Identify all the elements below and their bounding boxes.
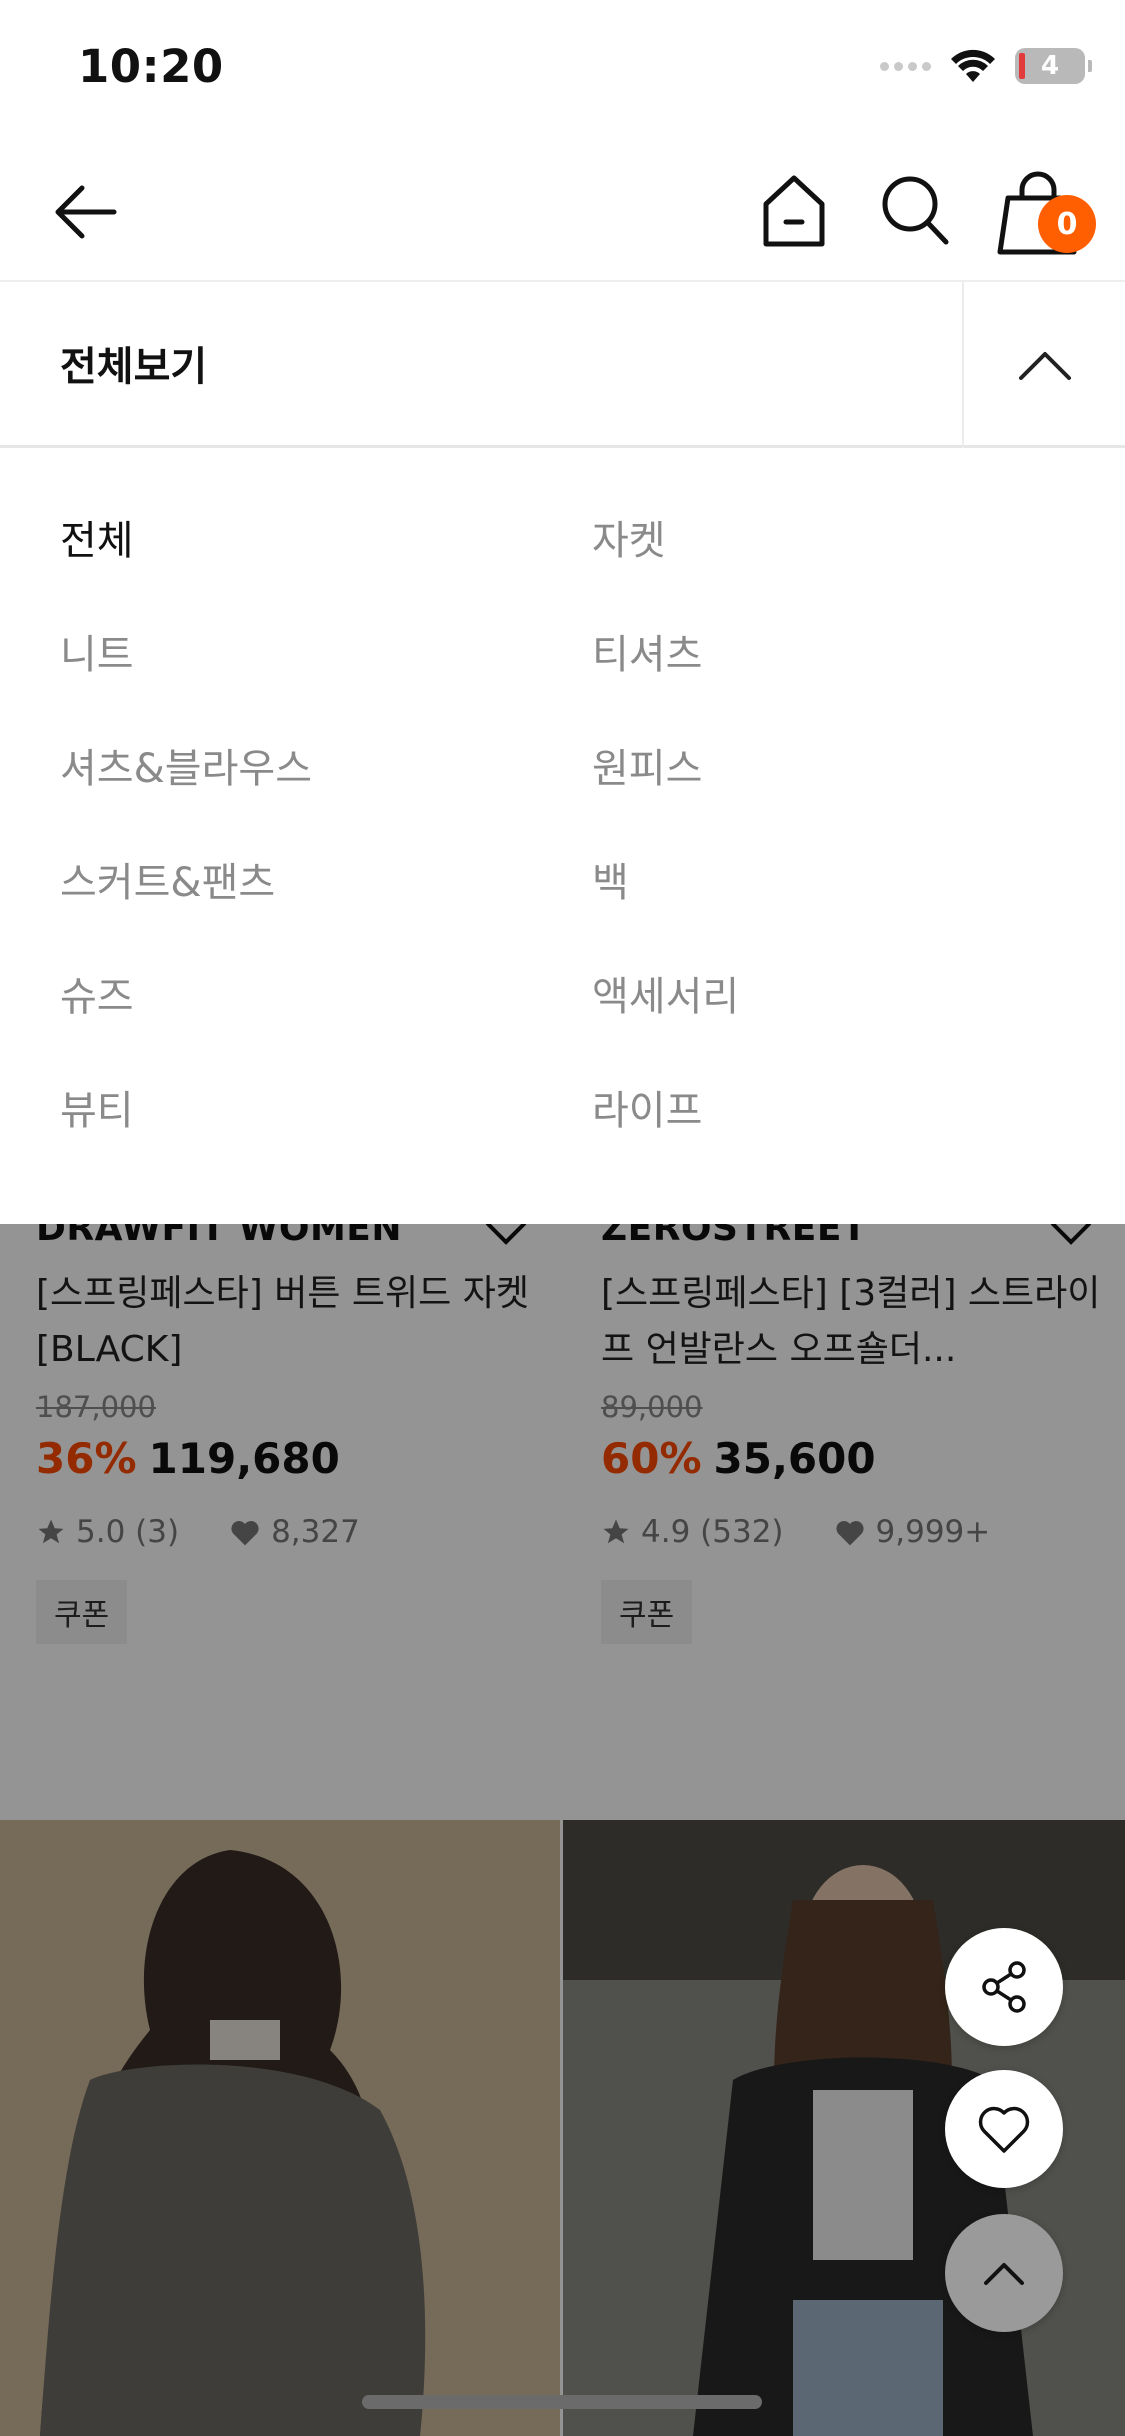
back-arrow-icon[interactable] bbox=[50, 176, 122, 248]
status-icons: 4 bbox=[880, 48, 1092, 84]
category-item-tshirt[interactable]: 티셔츠 bbox=[592, 622, 702, 680]
cellular-signal-icon bbox=[880, 61, 931, 71]
category-header-title: 전체보기 bbox=[60, 344, 208, 390]
collapse-button[interactable] bbox=[964, 282, 1125, 448]
category-panel: 전체 니트 셔츠&블라우스 스커트&팬츠 슈즈 뷰티 자켓 티셔츠 원피스 백 … bbox=[0, 450, 1125, 1224]
category-item-knit[interactable]: 니트 bbox=[60, 622, 134, 680]
category-item-life[interactable]: 라이프 bbox=[592, 1078, 702, 1136]
category-item-dress[interactable]: 원피스 bbox=[592, 736, 702, 794]
category-item-skirt-pants[interactable]: 스커트&팬츠 bbox=[60, 850, 275, 908]
top-nav-bar bbox=[0, 140, 1125, 282]
category-header: 전체보기 bbox=[0, 282, 1125, 448]
chevron-up-icon bbox=[984, 2263, 1024, 2285]
category-item-accessory[interactable]: 액세서리 bbox=[592, 964, 739, 1022]
category-item-all[interactable]: 전체 bbox=[60, 508, 134, 566]
scroll-to-top-button[interactable] bbox=[945, 2214, 1063, 2332]
category-item-jacket[interactable]: 자켓 bbox=[592, 508, 666, 566]
chevron-up-icon bbox=[1018, 352, 1071, 380]
battery-level: 4 bbox=[1040, 51, 1060, 81]
share-icon bbox=[982, 1961, 1026, 2013]
search-icon[interactable] bbox=[878, 170, 952, 248]
cart-count-badge: 0 bbox=[1038, 195, 1096, 253]
heart-outline-icon bbox=[978, 2106, 1030, 2153]
category-item-bag[interactable]: 백 bbox=[592, 850, 629, 908]
wishlist-button[interactable] bbox=[945, 2070, 1063, 2188]
category-item-beauty[interactable]: 뷰티 bbox=[60, 1078, 134, 1136]
category-item-shoes[interactable]: 슈즈 bbox=[60, 964, 134, 1022]
home-indicator[interactable] bbox=[362, 2395, 762, 2409]
wifi-icon bbox=[951, 49, 995, 82]
battery-icon: 4 bbox=[1015, 48, 1092, 84]
home-icon[interactable] bbox=[758, 170, 830, 250]
status-time: 10:20 bbox=[78, 40, 224, 93]
category-item-shirts-blouse[interactable]: 셔츠&블라우스 bbox=[60, 736, 312, 794]
share-button[interactable] bbox=[945, 1928, 1063, 2046]
status-bar: 10:20 4 bbox=[0, 0, 1125, 140]
